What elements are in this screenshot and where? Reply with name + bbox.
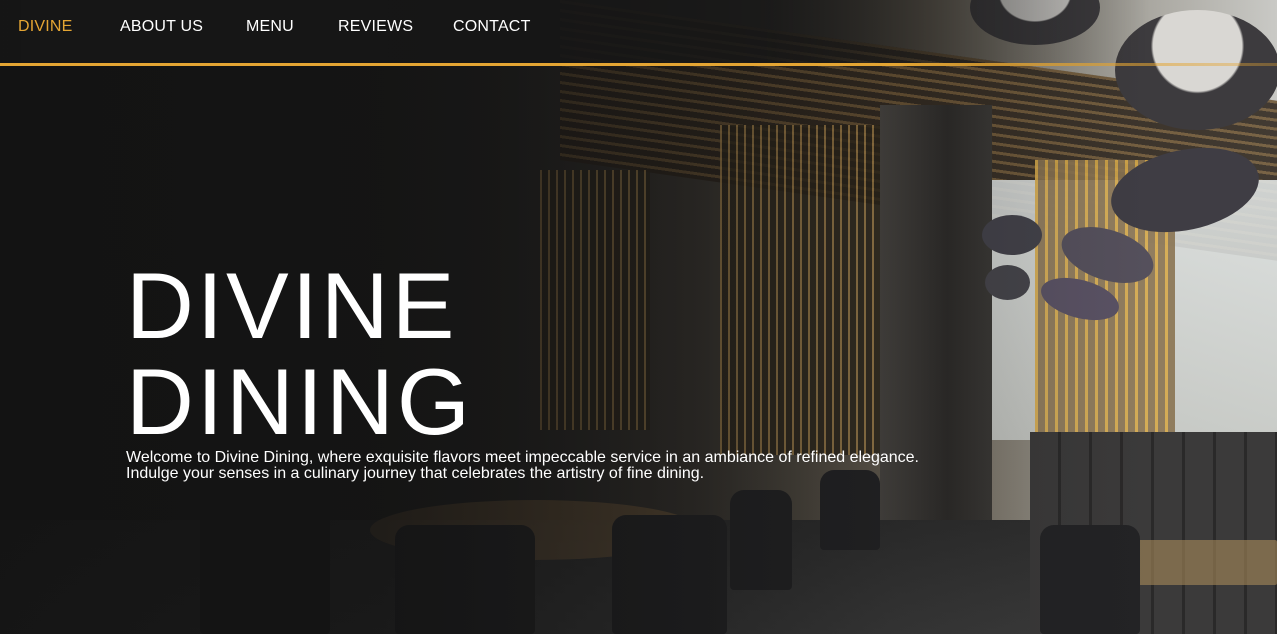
hero-description-line: Indulge your senses in a culinary journe… xyxy=(126,465,705,482)
hero-title-line: DIVINE xyxy=(126,253,458,358)
nav-link-contact[interactable]: CONTACT xyxy=(453,18,531,36)
nav-link-about-us[interactable]: ABOUT US xyxy=(120,18,203,36)
hero-description-line: Welcome to Divine Dining, where exquisit… xyxy=(126,449,919,466)
nav-link-reviews[interactable]: REVIEWS xyxy=(338,18,413,36)
nav-brand-link[interactable]: DIVINE xyxy=(18,18,73,36)
hero-title: DIVINE DINING xyxy=(126,258,606,450)
top-navigation: DIVINE ABOUT US MENU REVIEWS CONTACT xyxy=(0,0,1277,66)
hero-description: Welcome to Divine Dining, where exquisit… xyxy=(126,450,1046,482)
hero-title-line: DINING xyxy=(126,349,473,454)
nav-link-menu[interactable]: MENU xyxy=(246,18,294,36)
